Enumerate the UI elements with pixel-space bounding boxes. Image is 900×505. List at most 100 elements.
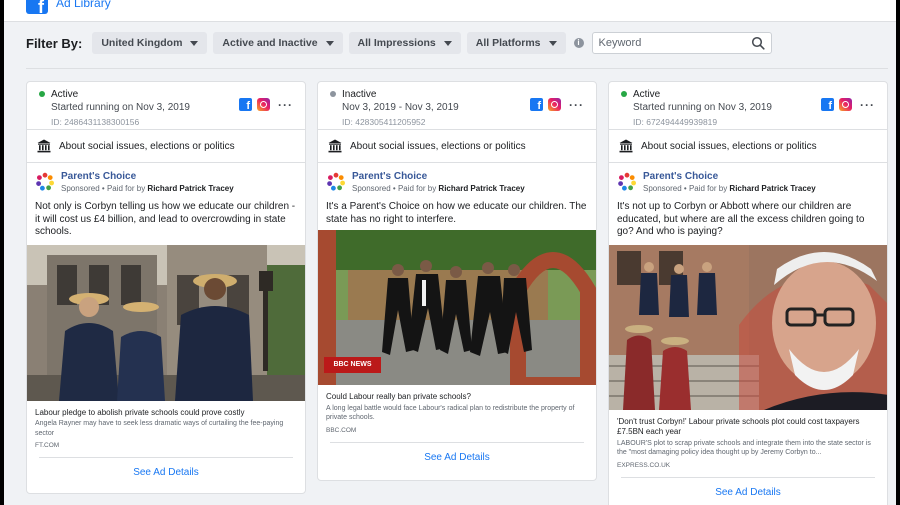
ad-library-window: f Ad Library Filter By: United Kingdom A… <box>4 0 896 505</box>
country-value: United Kingdom <box>101 37 183 49</box>
caret-down-icon <box>443 40 452 46</box>
see-ad-details-link[interactable]: See Ad Details <box>621 476 875 505</box>
sponsored-label: Sponsored <box>643 184 682 193</box>
ad-body-text: It's not up to Corbyn or Abbott where ou… <box>617 201 865 237</box>
more-options-icon[interactable]: ··· <box>569 99 584 111</box>
link-domain: BBC.COM <box>326 426 357 434</box>
advertiser-name[interactable]: Parent's Choice <box>643 171 816 182</box>
ad-card: Active Started running on Nov 3, 2019 ID… <box>608 81 888 505</box>
ad-id: ID: 672494449939819 <box>633 117 718 127</box>
caret-down-icon <box>190 40 199 46</box>
link-preview[interactable]: Labour pledge to abolish private schools… <box>27 401 305 450</box>
advertiser-row: Parent's Choice Sponsored • Paid for by … <box>609 163 887 201</box>
facebook-icon: f <box>239 98 252 111</box>
top-bar: f Ad Library <box>4 0 896 22</box>
filter-divider <box>26 68 888 69</box>
about-row[interactable]: About social issues, elections or politi… <box>27 130 305 163</box>
country-dropdown[interactable]: United Kingdom <box>92 32 208 54</box>
ad-id: ID: 2486431138300156 <box>51 117 140 127</box>
about-label: About social issues, elections or politi… <box>350 140 526 152</box>
facebook-icon: f <box>530 98 543 111</box>
ad-image[interactable]: BBC NEWS <box>318 230 596 385</box>
search-box[interactable] <box>591 32 772 54</box>
pupils-in-boaters-image <box>27 244 305 401</box>
platform-icons: f ··· <box>530 98 584 111</box>
keyword-input[interactable] <box>598 37 751 49</box>
more-options-icon[interactable]: ··· <box>860 99 875 111</box>
advertiser-name[interactable]: Parent's Choice <box>61 171 234 182</box>
link-title: Labour pledge to abolish private schools… <box>35 407 245 417</box>
ad-body-text: It's a Parent's Choice on how we educate… <box>326 201 587 225</box>
platforms-value: All Platforms <box>475 37 541 49</box>
ad-image[interactable] <box>27 244 305 401</box>
filter-bar: Filter By: United Kingdom Active and Ina… <box>26 31 772 55</box>
about-label: About social issues, elections or politi… <box>641 140 817 152</box>
institution-icon <box>328 139 342 153</box>
bbc-news-badge: BBC NEWS <box>333 361 372 368</box>
status-label: Active <box>51 88 79 100</box>
link-domain: EXPRESS.CO.UK <box>617 461 671 469</box>
ad-card-header: Inactive Nov 3, 2019 - Nov 3, 2019 ID: 4… <box>318 82 596 130</box>
sponsored-label: Sponsored <box>61 184 100 193</box>
instagram-icon <box>548 98 561 111</box>
active-status-dot <box>621 91 627 97</box>
paid-by-name: Richard Patrick Tracey <box>729 184 816 193</box>
link-preview[interactable]: Could Labour really ban private schools?… <box>318 385 596 434</box>
about-label: About social issues, elections or politi… <box>59 140 235 152</box>
link-description: A long legal battle would face Labour's … <box>326 404 575 422</box>
advertiser-info: Parent's Choice Sponsored • Paid for by … <box>352 171 525 193</box>
info-icon[interactable]: i <box>573 38 584 48</box>
advertiser-name[interactable]: Parent's Choice <box>352 171 525 182</box>
sponsor-line: Sponsored • Paid for by Richard Patrick … <box>352 184 525 193</box>
about-row[interactable]: About social issues, elections or politi… <box>318 130 596 163</box>
app-title[interactable]: Ad Library <box>56 0 111 10</box>
ad-card: Active Started running on Nov 3, 2019 ID… <box>26 81 306 494</box>
facebook-logo-icon[interactable]: f <box>26 0 48 14</box>
platforms-dropdown[interactable]: All Platforms <box>466 32 566 54</box>
parents-choice-logo-icon[interactable] <box>326 172 346 192</box>
ad-image[interactable] <box>609 244 887 410</box>
link-domain: FT.COM <box>35 442 60 449</box>
ad-id: ID: 428305411205952 <box>342 117 426 127</box>
impressions-dropdown[interactable]: All Impressions <box>348 32 461 54</box>
status-label: Active <box>633 88 661 100</box>
filter-label: Filter By: <box>26 35 83 51</box>
instagram-icon <box>839 98 852 111</box>
advertiser-info: Parent's Choice Sponsored • Paid for by … <box>643 171 816 193</box>
platform-icons: f ··· <box>239 98 293 111</box>
sponsored-label: Sponsored <box>352 184 391 193</box>
advertiser-info: Parent's Choice Sponsored • Paid for by … <box>61 171 234 193</box>
facebook-icon: f <box>821 98 834 111</box>
link-description: LABOUR'S plot to scrap private schools a… <box>617 439 871 457</box>
paid-prefix: • Paid for by <box>681 184 730 193</box>
caret-down-icon <box>548 40 557 46</box>
caret-down-icon <box>325 40 334 46</box>
see-ad-details-link[interactable]: See Ad Details <box>39 457 293 487</box>
institution-icon <box>619 139 633 153</box>
link-title: 'Don't trust Corbyn!' Labour private sch… <box>617 416 860 437</box>
status-dropdown[interactable]: Active and Inactive <box>213 32 343 54</box>
institution-icon <box>37 139 51 153</box>
status-value: Active and Inactive <box>222 37 318 49</box>
parents-choice-logo-icon[interactable] <box>617 172 637 192</box>
parents-choice-logo-icon[interactable] <box>35 172 55 192</box>
paid-prefix: • Paid for by <box>390 184 439 193</box>
more-options-icon[interactable]: ··· <box>278 99 293 111</box>
active-status-dot <box>39 91 45 97</box>
see-ad-details-link[interactable]: See Ad Details <box>330 441 584 472</box>
paid-by-name: Richard Patrick Tracey <box>438 184 525 193</box>
search-icon[interactable] <box>751 36 765 50</box>
inactive-status-dot <box>330 91 336 97</box>
corbyn-and-pupils-image <box>609 244 887 410</box>
link-preview[interactable]: 'Don't trust Corbyn!' Labour private sch… <box>609 410 887 469</box>
ad-body-text: Not only is Corbyn telling us how we edu… <box>35 201 296 237</box>
about-row[interactable]: About social issues, elections or politi… <box>609 130 887 163</box>
platform-icons: f ··· <box>821 98 875 111</box>
sponsor-line: Sponsored • Paid for by Richard Patrick … <box>61 184 234 193</box>
paid-prefix: • Paid for by <box>99 184 148 193</box>
ad-card: Inactive Nov 3, 2019 - Nov 3, 2019 ID: 4… <box>317 81 597 481</box>
ad-card-header: Active Started running on Nov 3, 2019 ID… <box>27 82 305 130</box>
link-title: Could Labour really ban private schools? <box>326 392 471 401</box>
ad-card-header: Active Started running on Nov 3, 2019 ID… <box>609 82 887 130</box>
impressions-value: All Impressions <box>357 37 436 49</box>
